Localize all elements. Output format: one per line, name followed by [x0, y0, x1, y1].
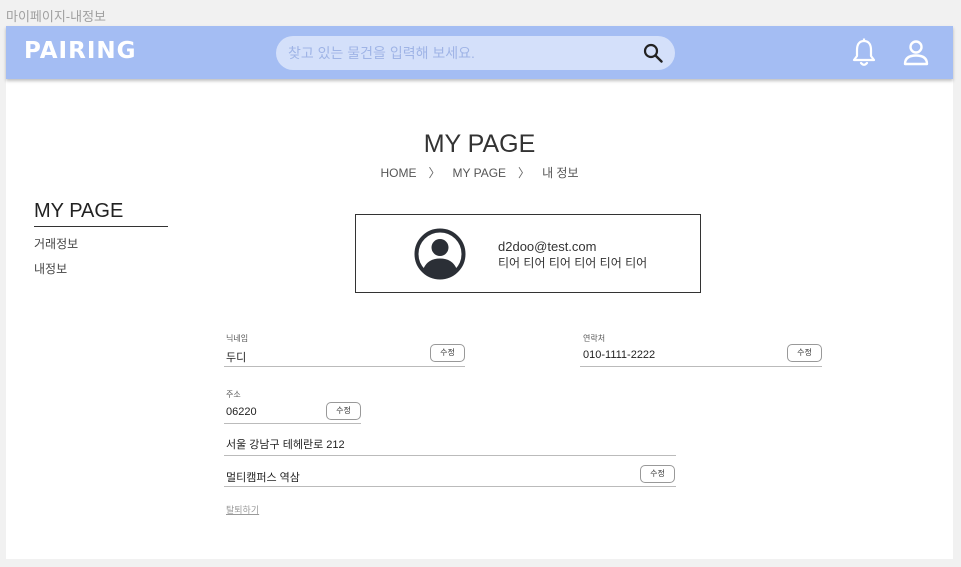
page-title: MY PAGE [423, 130, 536, 158]
search-icon[interactable] [643, 43, 663, 63]
address-line2: 멀티캠퍼스 역삼 [226, 472, 300, 484]
breadcrumb-mypage[interactable]: MY PAGE [452, 166, 506, 180]
breadcrumb-separator: 〉 [518, 166, 531, 180]
address-label: 주소 [226, 390, 241, 399]
nickname-value: 두디 [226, 352, 247, 364]
nickname-edit-button[interactable]: 수정 [430, 344, 465, 362]
logo[interactable]: PAIRING [24, 38, 137, 64]
bell-icon[interactable] [851, 38, 877, 68]
breadcrumb-separator: 〉 [428, 166, 441, 180]
sidebar-title: MY PAGE [34, 200, 168, 227]
search-input[interactable] [288, 36, 628, 70]
profile-tier: 티어 티어 티어 티어 티어 티어 [498, 256, 648, 270]
avatar-icon [414, 228, 466, 280]
nickname-underline [224, 366, 465, 367]
nickname-label: 닉네임 [226, 334, 249, 343]
address-detail-edit-button[interactable]: 수정 [640, 465, 675, 483]
sidebar-item-transactions[interactable]: 거래정보 [34, 235, 78, 252]
breadcrumb: HOME 〉 MY PAGE 〉 내 정보 [6, 164, 953, 181]
phone-underline [580, 366, 822, 367]
breadcrumb-home[interactable]: HOME [380, 166, 416, 180]
profile-card: d2doo@test.com 티어 티어 티어 티어 티어 티어 [355, 214, 701, 293]
zipcode-value: 06220 [226, 406, 257, 418]
user-icon[interactable] [902, 39, 930, 67]
breadcrumb-current: 내 정보 [542, 166, 579, 180]
page-frame: PAIRING MY PAGE HOME 〉 MY PAGE 〉 내 정보 MY PAG… [6, 26, 953, 559]
address-line1-underline [224, 455, 676, 456]
frame-title: 마이페이지-내정보 [6, 9, 107, 24]
zipcode-edit-button[interactable]: 수정 [326, 402, 361, 420]
phone-edit-button[interactable]: 수정 [787, 344, 822, 362]
header-bar: PAIRING [6, 26, 953, 79]
address-line2-underline [224, 486, 676, 487]
phone-value: 010-1111-2222 [583, 349, 656, 361]
search-bar [276, 36, 675, 70]
profile-email: d2doo@test.com [498, 239, 597, 254]
sidebar-item-my-info[interactable]: 내정보 [34, 260, 67, 277]
zipcode-underline [224, 423, 361, 424]
withdraw-link[interactable]: 탈퇴하기 [226, 503, 259, 516]
phone-label: 연락처 [583, 334, 606, 343]
address-line1: 서울 강남구 테헤란로 212 [226, 439, 345, 451]
